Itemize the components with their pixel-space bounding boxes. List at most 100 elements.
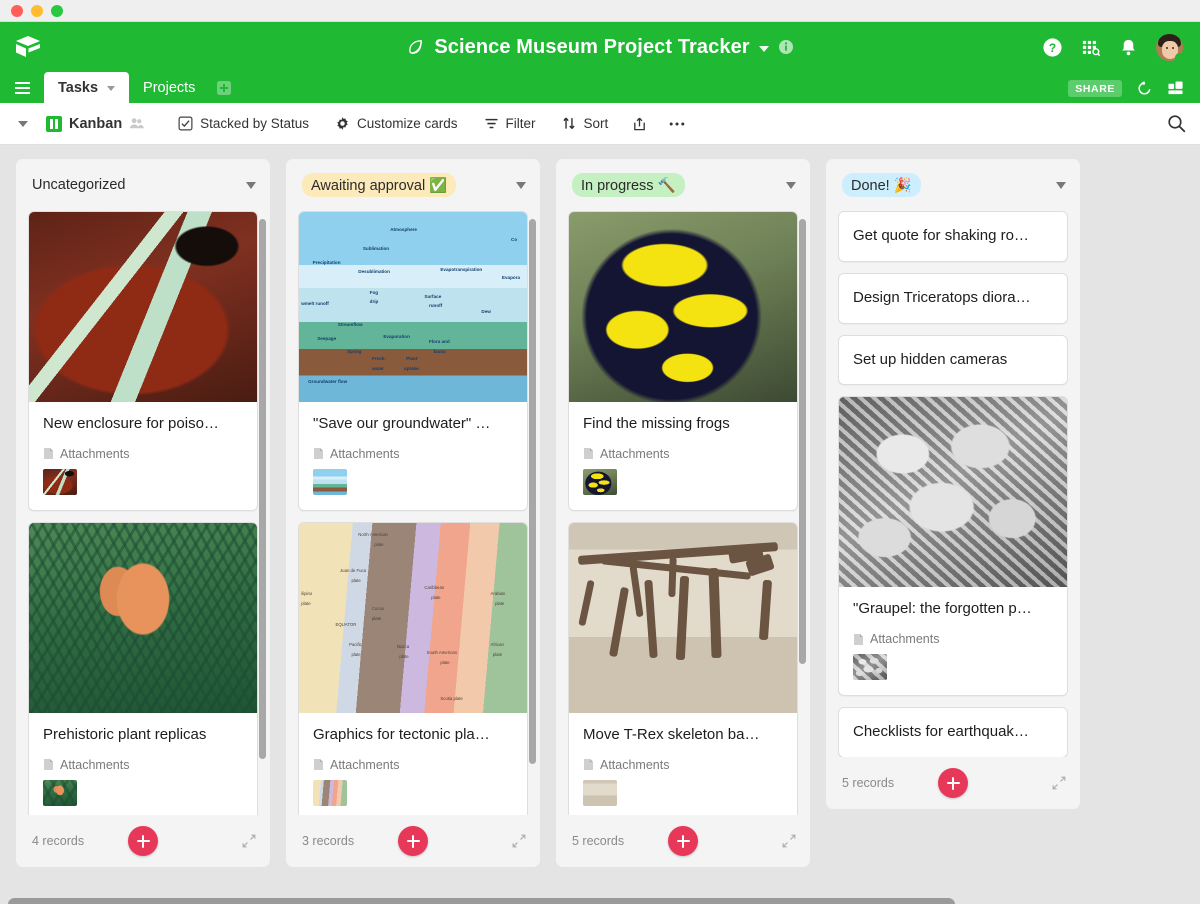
kanban-card[interactable]: Set up hidden cameras: [838, 334, 1068, 386]
diagram-label: Seepage: [317, 335, 337, 341]
stacked-by-status-button[interactable]: Stacked by Status: [172, 112, 315, 135]
expand-column-icon[interactable]: [782, 834, 796, 848]
airtable-logo[interactable]: [0, 35, 56, 59]
column-chevron-down-icon[interactable]: [786, 181, 796, 189]
expand-column-icon[interactable]: [1052, 776, 1066, 790]
attachments-label: Attachments: [600, 446, 670, 461]
attachment-file-icon: [44, 448, 53, 460]
column-footer: 4 records: [16, 815, 270, 867]
record-count: 3 records: [302, 834, 355, 848]
column-title: Uncategorized: [32, 177, 126, 193]
attachment-thumbnail[interactable]: [583, 468, 617, 495]
tab-projects-label: Projects: [143, 79, 196, 96]
info-icon[interactable]: [778, 39, 794, 55]
card-title: Set up hidden cameras: [853, 350, 1008, 368]
card-title: Prehistoric plant replicas: [43, 725, 207, 743]
column-scrollbar-thumb[interactable]: [799, 219, 806, 664]
apps-search-icon[interactable]: [1080, 37, 1101, 58]
kanban-column-in-progress: In progress 🔨 Find the missing frogs Att…: [556, 159, 810, 867]
kanban-column-awaiting-approval: Awaiting approval ✅ Atmosphere Sublimatio…: [286, 159, 540, 867]
add-record-button[interactable]: [938, 768, 968, 798]
window-maximize-button[interactable]: [51, 4, 63, 17]
board-horizontal-scrollbar[interactable]: [0, 887, 1200, 904]
add-table-icon[interactable]: [209, 72, 239, 103]
kanban-card[interactable]: North American plate Juan de Fuca plate Cari…: [298, 521, 528, 815]
kanban-card[interactable]: Get quote for shaking ro…: [838, 211, 1068, 262]
card-title: Get quote for shaking ro…: [853, 227, 1029, 244]
attachment-thumbnail[interactable]: [313, 779, 347, 806]
kanban-card[interactable]: Atmosphere Sublimation Precipitation Desubl…: [298, 211, 528, 511]
column-title: In progress 🔨: [572, 173, 685, 197]
sort-label: Sort: [583, 116, 609, 131]
column-scrollbar[interactable]: [798, 211, 807, 815]
attachment-thumbnail[interactable]: [43, 779, 77, 806]
kanban-card[interactable]: Checklists for earthquak…: [838, 707, 1068, 757]
column-chevron-down-icon[interactable]: [246, 181, 256, 189]
column-chevron-down-icon[interactable]: [1056, 181, 1066, 189]
kanban-card[interactable]: Design Triceratops diora…: [838, 272, 1068, 324]
filter-icon: [484, 118, 498, 129]
scrollbar-thumb[interactable]: [8, 897, 956, 904]
kanban-card[interactable]: Find the missing frogs Attachments: [568, 211, 798, 511]
kanban-card[interactable]: Prehistoric plant replicas Attachments: [28, 521, 258, 815]
diagram-label: Surface: [424, 293, 442, 299]
share-view-button[interactable]: [626, 112, 653, 136]
attachment-thumbnail[interactable]: [313, 468, 347, 495]
tab-tasks-chevron-down-icon[interactable]: [107, 86, 116, 91]
apps-blocks-icon[interactable]: [1167, 80, 1184, 97]
avatar[interactable]: [1156, 33, 1183, 61]
filter-button[interactable]: Filter: [478, 112, 542, 135]
scrollbar-track[interactable]: [8, 897, 1192, 904]
title-chevron-down-icon[interactable]: [758, 45, 769, 52]
view-sidebar-chevron-down-icon[interactable]: [18, 120, 28, 127]
airtable-logo-icon: [16, 36, 40, 57]
card-title: Checklists for earthquak…: [853, 723, 1029, 740]
view-kanban[interactable]: Kanban: [40, 112, 150, 136]
add-record-button[interactable]: [128, 826, 158, 856]
kanban-card[interactable]: Move T-Rex skeleton ba… Attachments: [568, 521, 798, 815]
column-scrollbar[interactable]: [528, 211, 537, 815]
column-title: Done! 🎉: [842, 173, 921, 197]
svg-text:?: ?: [1049, 40, 1056, 54]
collaborators-icon: [130, 118, 144, 129]
attachment-thumbnail[interactable]: [583, 779, 617, 806]
notifications-bell-icon[interactable]: [1118, 37, 1139, 58]
window-close-button[interactable]: [11, 4, 23, 17]
tab-projects[interactable]: Projects: [129, 72, 209, 103]
map-label: plate: [374, 541, 384, 547]
search-icon[interactable]: [1167, 114, 1186, 133]
share-button[interactable]: SHARE: [1068, 80, 1122, 97]
help-icon[interactable]: ?: [1042, 37, 1063, 58]
column-scrollbar-thumb[interactable]: [529, 219, 536, 764]
kanban-card[interactable]: "Graupel: the forgotten p… Attachments: [838, 396, 1068, 696]
diagram-label: Evaporation: [383, 333, 410, 339]
column-chevron-down-icon[interactable]: [516, 181, 526, 189]
expand-column-icon[interactable]: [242, 834, 256, 848]
diagram-label: drip: [369, 299, 379, 305]
diagram-label: Groundwater flow: [308, 379, 348, 385]
add-record-button[interactable]: [398, 826, 428, 856]
record-count: 4 records: [32, 834, 85, 848]
column-scrollbar-thumb[interactable]: [259, 219, 266, 759]
attachments-label: Attachments: [60, 446, 130, 461]
diagram-label: Fog: [369, 289, 379, 295]
expand-column-icon[interactable]: [512, 834, 526, 848]
map-label: plate: [492, 651, 503, 657]
window-minimize-button[interactable]: [31, 4, 43, 17]
card-cover-image: [29, 212, 257, 402]
attachment-thumbnail[interactable]: [43, 468, 77, 495]
card-cover-image: North American plate Juan de Fuca plate Cari…: [299, 522, 527, 713]
kanban-card[interactable]: New enclosure for poiso… Attachments: [28, 211, 258, 511]
diagram-label: Fresh-: [371, 356, 386, 362]
column-scrollbar[interactable]: [258, 211, 267, 815]
sort-button[interactable]: Sort: [556, 112, 615, 135]
hamburger-menu-icon[interactable]: [0, 72, 44, 103]
tab-tasks[interactable]: Tasks: [44, 72, 130, 103]
history-undo-icon[interactable]: [1136, 80, 1153, 97]
attachment-thumbnail[interactable]: [853, 654, 887, 680]
table-tab-strip: Tasks Projects SHARE: [0, 72, 1200, 103]
add-record-button[interactable]: [668, 826, 698, 856]
customize-cards-button[interactable]: Customize cards: [329, 112, 464, 135]
online-status-dot: [1175, 52, 1183, 61]
more-options-button[interactable]: [663, 117, 691, 131]
